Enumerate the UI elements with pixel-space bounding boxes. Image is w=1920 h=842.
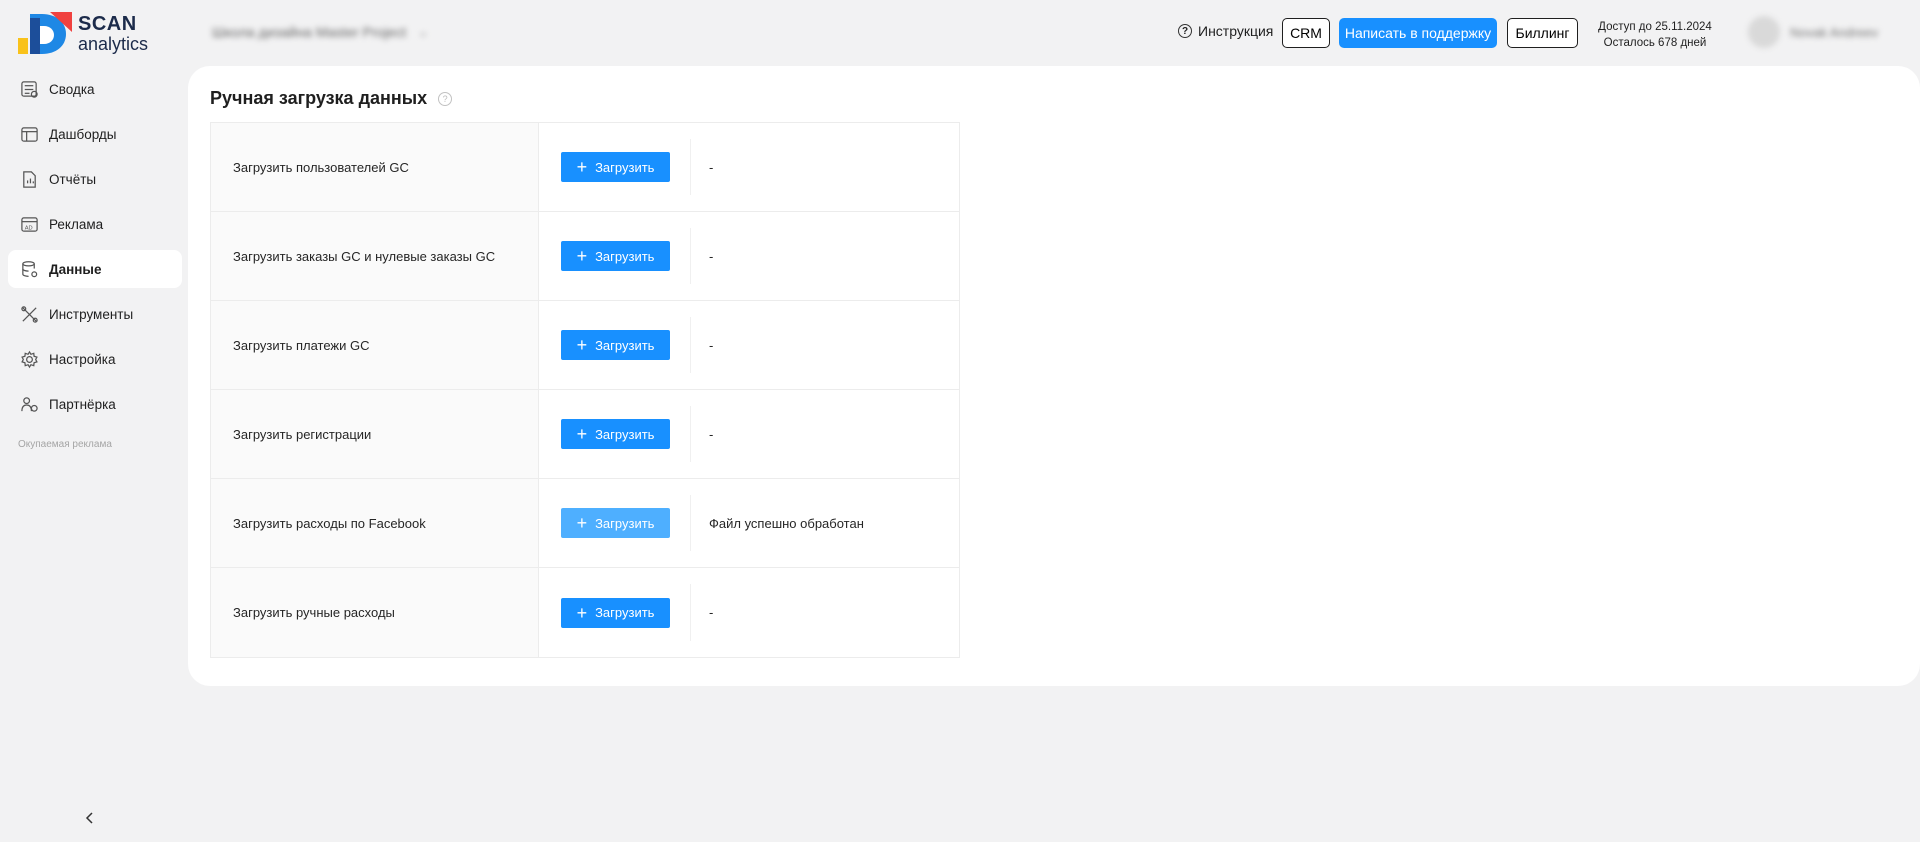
sidebar-muted-label: Окупаемая реклама — [18, 439, 112, 450]
upload-button-label: Загрузить — [595, 515, 655, 531]
crm-button[interactable]: CRM — [1282, 18, 1330, 48]
row-label: Загрузить заказы GC и нулевые заказы GC — [211, 212, 539, 300]
upload-button-label: Загрузить — [595, 337, 655, 353]
table-row: Загрузить расходы по Facebook + Загрузить… — [211, 479, 959, 568]
row-label: Загрузить пользователей GC — [211, 123, 539, 211]
plus-icon: + — [576, 157, 588, 177]
logo[interactable]: SCAN analytics — [16, 8, 156, 58]
access-info: Доступ до 25.11.2024 Осталось 678 дней — [1592, 19, 1718, 51]
logo-name-line2: analytics — [78, 33, 149, 54]
partner-icon — [19, 394, 39, 414]
upload-button[interactable]: + Загрузить — [561, 152, 670, 182]
upload-button[interactable]: + Загрузить — [561, 241, 670, 271]
top-header: SCAN analytics Школа дизайна Master Proj… — [0, 0, 1920, 66]
row-status: - — [709, 605, 714, 620]
sidebar-item-label: Данные — [49, 261, 102, 277]
row-label: Загрузить ручные расходы — [211, 568, 539, 657]
row-label: Загрузить расходы по Facebook — [211, 479, 539, 567]
settings-icon — [19, 349, 39, 369]
dashboard-icon — [19, 124, 39, 144]
table-row: Загрузить платежи GC + Загрузить - — [211, 301, 959, 390]
days-left: Осталось 678 дней — [1603, 37, 1707, 49]
row-status: - — [709, 426, 714, 442]
svg-text:AD: AD — [24, 225, 32, 231]
page-title: Ручная загрузка данных ? — [210, 88, 453, 109]
user-menu[interactable]: Novak Andreev — [1748, 16, 1878, 48]
logo-mark — [16, 8, 74, 58]
upload-button-label: Загрузить — [595, 605, 655, 620]
report-icon — [19, 169, 39, 189]
sidebar-item-dashboards[interactable]: Дашборды — [8, 115, 182, 153]
row-status: - — [709, 159, 714, 175]
database-icon — [19, 259, 39, 279]
main-card: Ручная загрузка данных ? Загрузить польз… — [188, 66, 1920, 686]
upload-button[interactable]: + Загрузить — [561, 419, 670, 449]
table-row: Загрузить пользователей GC + Загрузить - — [211, 123, 959, 212]
chevron-left-icon — [85, 812, 93, 824]
collapse-sidebar-button[interactable] — [82, 810, 98, 826]
plus-icon: + — [576, 335, 588, 355]
sidebar-item-label: Реклама — [49, 216, 104, 232]
sidebar-item-label: Отчёты — [49, 171, 97, 187]
project-name: Школа дизайна Master Project — [212, 24, 407, 40]
support-button[interactable]: Написать в поддержку — [1339, 18, 1497, 48]
upload-button[interactable]: + Загрузить — [561, 330, 670, 360]
plus-icon: + — [576, 513, 588, 533]
row-status: - — [709, 248, 714, 264]
ad-icon: AD — [19, 214, 39, 234]
row-label: Загрузить регистрации — [211, 390, 539, 478]
plus-icon: + — [576, 424, 588, 444]
upload-button[interactable]: + Загрузить — [561, 508, 670, 538]
sidebar-item-data[interactable]: Данные — [8, 250, 182, 288]
sidebar-item-reports[interactable]: Отчёты — [8, 160, 182, 198]
sidebar-item-settings[interactable]: Настройка — [8, 340, 182, 378]
instruction-label: Инструкция — [1198, 23, 1274, 39]
table-row: Загрузить регистрации + Загрузить - — [211, 390, 959, 479]
avatar — [1748, 16, 1780, 48]
project-select[interactable]: Школа дизайна Master Project ⌄ — [212, 22, 462, 42]
table-row: Загрузить заказы GC и нулевые заказы GC … — [211, 212, 959, 301]
access-until: Доступ до 25.11.2024 — [1598, 21, 1712, 33]
sidebar-item-label: Инструменты — [49, 306, 134, 322]
plus-icon: + — [576, 602, 588, 623]
sidebar-item-label: Настройка — [49, 351, 116, 367]
instruction-link[interactable]: ? Инструкция — [1178, 23, 1273, 39]
sidebar-item-summary[interactable]: Сводка — [8, 70, 182, 108]
sidebar-item-label: Дашборды — [49, 126, 117, 142]
row-label: Загрузить платежи GC — [211, 301, 539, 389]
upload-button-label: Загрузить — [595, 159, 655, 175]
sidebar-item-label: Партнёрка — [49, 396, 116, 412]
plus-icon: + — [576, 246, 588, 266]
question-circle-icon[interactable]: ? — [438, 91, 453, 106]
sidebar-item-tools[interactable]: Инструменты — [8, 295, 182, 333]
page-title-text: Ручная загрузка данных — [210, 88, 428, 108]
user-name: Novak Andreev — [1790, 24, 1879, 40]
question-circle-icon: ? — [1178, 24, 1192, 38]
billing-button[interactable]: Биллинг — [1507, 18, 1578, 48]
logo-name-line1: SCAN — [78, 12, 137, 35]
upload-button-label: Загрузить — [595, 248, 655, 264]
sidebar-item-label: Сводка — [49, 81, 95, 97]
upload-button-label: Загрузить — [595, 426, 655, 442]
sidebar: Сводка Дашборды Отчёты AD Реклама Данные… — [0, 66, 188, 842]
row-status: - — [709, 337, 714, 353]
upload-table: Загрузить пользователей GC + Загрузить - … — [210, 122, 960, 658]
upload-button[interactable]: + Загрузить — [561, 597, 670, 628]
sidebar-item-partner[interactable]: Партнёрка — [8, 385, 182, 423]
row-status: Файл успешно обработан — [709, 515, 864, 531]
sidebar-item-ads[interactable]: AD Реклама — [8, 205, 182, 243]
summary-icon — [19, 79, 39, 99]
chevron-down-icon: ⌄ — [418, 25, 429, 39]
table-row: Загрузить ручные расходы + Загрузить - — [211, 568, 959, 657]
tools-icon — [19, 304, 39, 324]
